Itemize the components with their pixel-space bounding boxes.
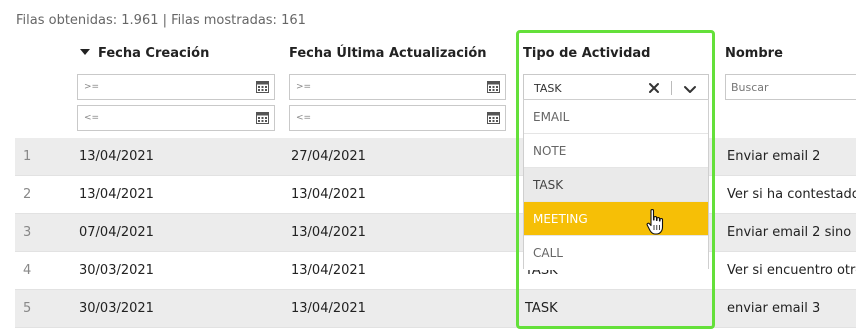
option-label: NOTE (533, 144, 567, 158)
header-fecha-creacion[interactable]: Fecha Creación (80, 46, 209, 61)
option-label: MEETING (533, 212, 588, 226)
dropdown-option-meeting[interactable]: MEETING (524, 202, 708, 236)
dropdown-option-task[interactable]: TASK (524, 168, 708, 202)
cell-updated: 13/04/2021 (291, 187, 366, 202)
cell-name: Enviar email 2 sino co (727, 225, 856, 240)
updated-from-input[interactable]: >= (289, 74, 506, 100)
cell-created: 13/04/2021 (79, 149, 154, 164)
calendar-icon[interactable] (256, 111, 269, 124)
table-row[interactable]: 2 13/04/2021 13/04/2021 Ver si ha contes… (15, 176, 856, 214)
name-search-placeholder: Buscar (731, 81, 769, 94)
cell-updated: 27/04/2021 (291, 149, 366, 164)
dropdown-option-email[interactable]: EMAIL (524, 100, 708, 134)
created-from-input[interactable]: >= (77, 74, 275, 100)
row-index: 2 (23, 187, 32, 202)
calendar-icon[interactable] (487, 80, 500, 93)
cell-name: Ver si ha contestado y (727, 187, 856, 202)
cell-updated: 13/04/2021 (291, 301, 366, 316)
header-fecha-creacion-label: Fecha Creación (98, 46, 210, 61)
option-label: CALL (533, 246, 563, 260)
sort-desc-icon (80, 49, 90, 55)
option-label: EMAIL (533, 110, 570, 124)
table-row[interactable]: 1 13/04/2021 27/04/2021 Enviar email 2 (15, 138, 856, 176)
dropdown-option-call[interactable]: CALL (524, 236, 708, 270)
option-label: TASK (533, 178, 564, 192)
activity-type-select[interactable]: TASK (523, 74, 709, 102)
table-row[interactable]: 5 30/03/2021 13/04/2021 TASK enviar emai… (15, 290, 856, 328)
header-tipo-actividad[interactable]: Tipo de Actividad (523, 46, 651, 61)
name-search-input[interactable]: Buscar (725, 74, 856, 100)
cell-type: TASK (525, 301, 558, 316)
row-index: 3 (23, 225, 32, 240)
cell-created: 07/04/2021 (79, 225, 154, 240)
updated-from-placeholder: >= (296, 82, 312, 92)
hand-pointer-icon (646, 209, 664, 235)
activity-type-dropdown: EMAIL NOTE TASK MEETING CALL (523, 99, 709, 270)
cell-created: 13/04/2021 (79, 187, 154, 202)
row-index: 1 (23, 149, 32, 164)
cell-name: Ver si encuentro otro (727, 263, 856, 278)
rows-summary: Filas obtenidas: 1.961 | Filas mostradas… (16, 13, 306, 28)
table-row[interactable]: 3 07/04/2021 13/04/2021 Enviar email 2 s… (15, 214, 856, 252)
header-fecha-ultima-actualizacion[interactable]: Fecha Última Actualización (289, 46, 487, 61)
created-to-input[interactable]: <= (77, 105, 275, 131)
cell-created: 30/03/2021 (79, 301, 154, 316)
updated-to-input[interactable]: <= (289, 105, 506, 131)
select-separator (671, 81, 672, 95)
created-from-placeholder: >= (84, 82, 100, 92)
cell-updated: 13/04/2021 (291, 263, 366, 278)
cell-name: enviar email 3 (727, 301, 821, 316)
cell-created: 30/03/2021 (79, 263, 154, 278)
clear-icon[interactable] (646, 80, 662, 96)
chevron-down-icon[interactable] (682, 81, 698, 97)
activity-type-selected-value: TASK (534, 82, 562, 95)
row-index: 5 (23, 301, 32, 316)
cell-updated: 13/04/2021 (291, 225, 366, 240)
calendar-icon[interactable] (487, 111, 500, 124)
row-index: 4 (23, 263, 32, 278)
calendar-icon[interactable] (256, 80, 269, 93)
updated-to-placeholder: <= (296, 113, 312, 123)
table-row[interactable]: 4 30/03/2021 13/04/2021 TASK Ver si encu… (15, 252, 856, 290)
dropdown-option-note[interactable]: NOTE (524, 134, 708, 168)
header-nombre[interactable]: Nombre (725, 46, 783, 61)
created-to-placeholder: <= (84, 113, 100, 123)
cell-name: Enviar email 2 (727, 149, 821, 164)
